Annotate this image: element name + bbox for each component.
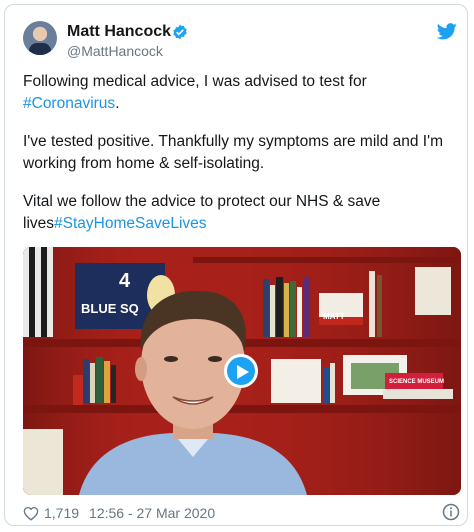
paragraph-2: I've tested positive. Thankfully my symp… (23, 133, 443, 172)
like-count[interactable]: 1,719 (44, 505, 79, 521)
paragraph-1: Following medical advice, I was advised … (23, 73, 367, 112)
tweet-card: Matt Hancock @MattHancock Following medi… (4, 4, 468, 526)
twitter-bird-icon[interactable] (437, 23, 457, 40)
avatar[interactable] (23, 21, 57, 55)
author-handle[interactable]: @MattHancock (67, 43, 163, 59)
jersey-number: 4 (119, 270, 131, 292)
info-icon[interactable] (442, 503, 460, 521)
tweet-text: Following medical advice, I was advised … (23, 71, 453, 251)
heart-icon[interactable] (23, 506, 39, 521)
play-button[interactable] (224, 354, 258, 388)
hashtag-link[interactable]: #Coronavirus (23, 95, 115, 112)
verified-badge-icon (173, 24, 187, 40)
hashtag-link[interactable]: #StayHomeSaveLives (54, 215, 207, 232)
tweet-footer: 1,719 12:56 - 27 Mar 2020 (23, 505, 215, 521)
box-label: SCIENCE MUSEUM (389, 379, 444, 385)
author-name[interactable]: Matt Hancock (67, 23, 171, 41)
video-player[interactable]: 4 BLUE SQ MATT SCIENCE MUSEUM (23, 247, 461, 495)
play-icon (237, 365, 249, 379)
paragraph-3: Vital we follow the advice to protect ou… (23, 193, 381, 232)
timestamp[interactable]: 12:56 - 27 Mar 2020 (89, 505, 215, 521)
jersey-text: BLUE SQ (81, 301, 139, 316)
sign-text: MATT (323, 312, 345, 321)
